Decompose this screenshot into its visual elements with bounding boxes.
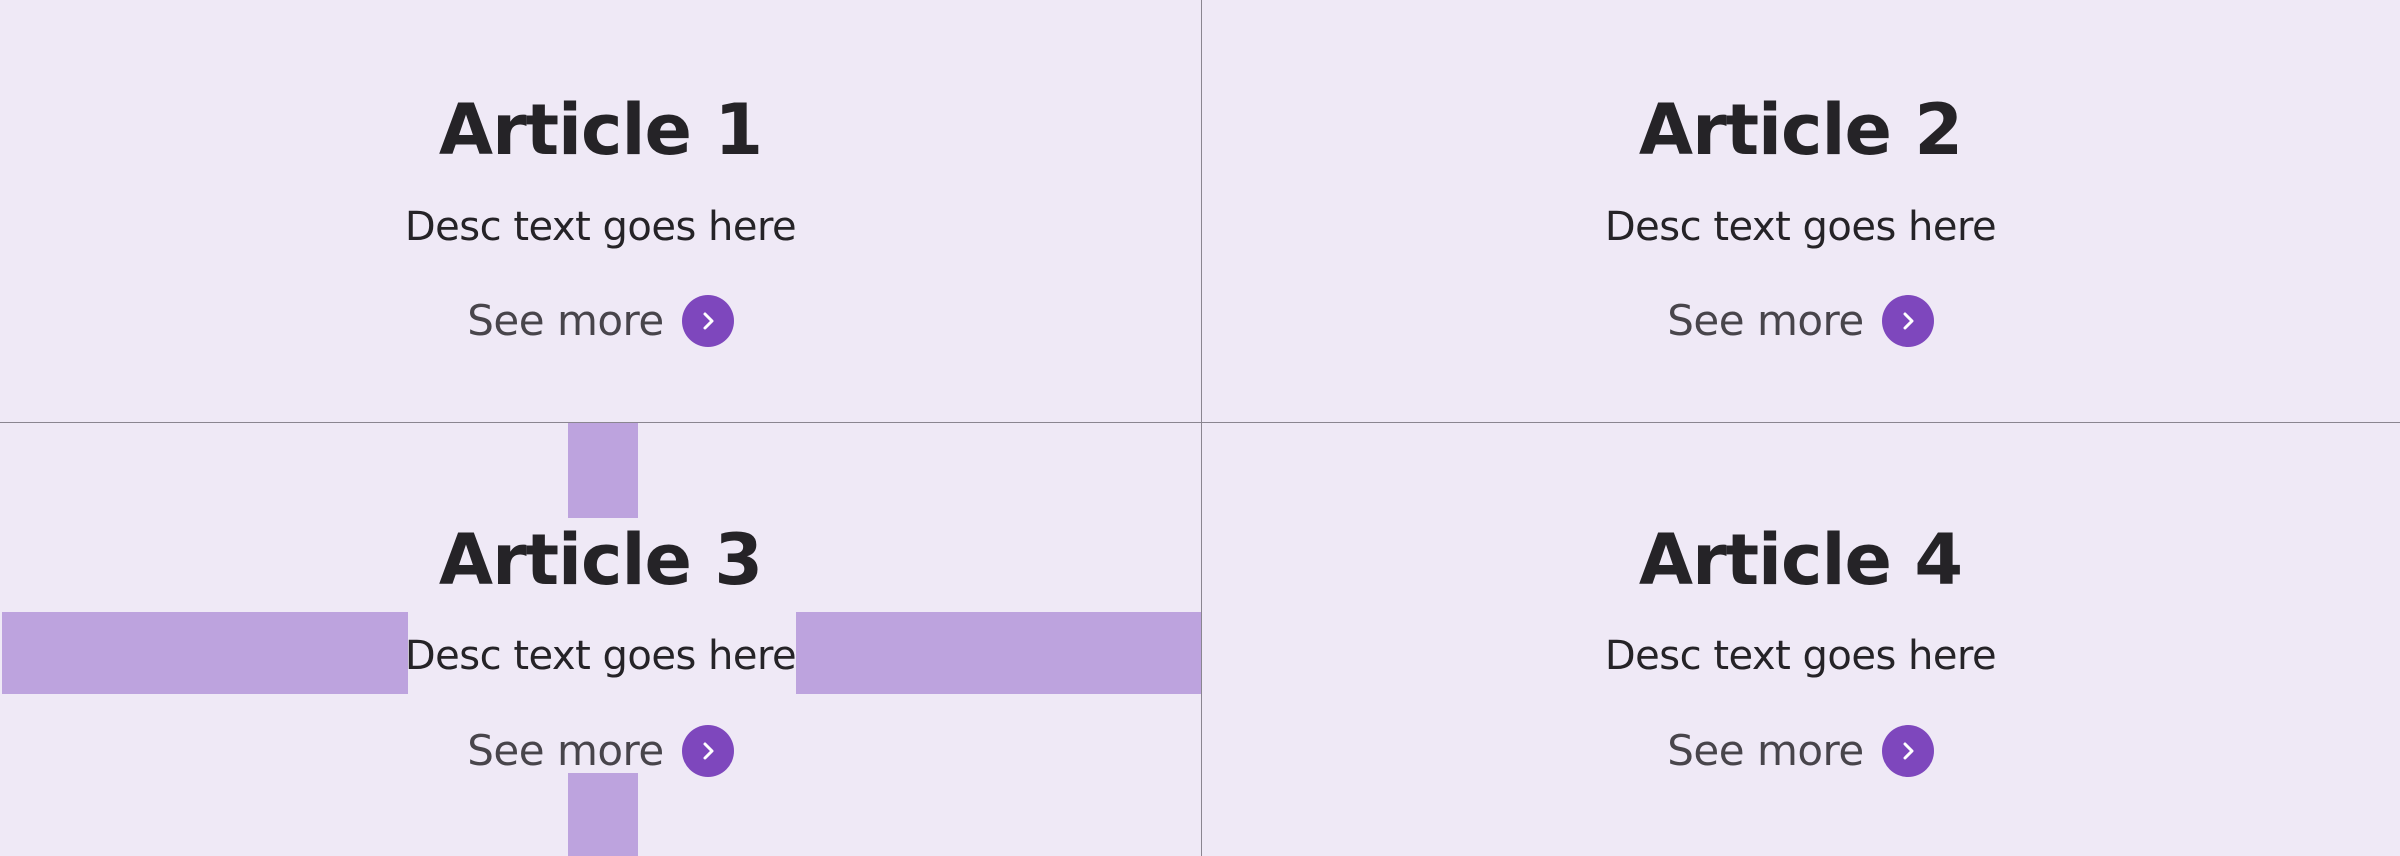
- article-card-2: Article 2 Desc text goes here See more: [1201, 0, 2400, 422]
- article-card-1: Article 1 Desc text goes here See more: [0, 0, 1201, 422]
- chevron-right-icon[interactable]: [681, 725, 734, 777]
- see-more-label[interactable]: See more: [1667, 300, 1864, 342]
- see-more-label[interactable]: See more: [467, 300, 664, 342]
- article-description: Desc text goes here: [404, 204, 797, 250]
- vertical-divider: [1201, 0, 1202, 856]
- see-more-link[interactable]: See more: [1201, 295, 2400, 347]
- spacing-overlay-bottom: [568, 773, 638, 856]
- chevron-right-icon[interactable]: [1881, 725, 1934, 777]
- see-more-label[interactable]: See more: [467, 730, 664, 772]
- article-card-3: Article 3 Desc text goes here See more: [0, 422, 1201, 856]
- see-more-link[interactable]: See more: [0, 725, 1201, 777]
- article-card-4: Article 4 Desc text goes here See more: [1201, 422, 2400, 856]
- see-more-link[interactable]: See more: [0, 295, 1201, 347]
- article-description: Desc text goes here: [1604, 633, 1997, 679]
- article-title: Article 4: [1638, 519, 1963, 601]
- spacing-overlay-top: [568, 422, 638, 518]
- article-title: Article 2: [1638, 89, 1963, 171]
- see-more-label[interactable]: See more: [1667, 730, 1864, 772]
- article-description: Desc text goes here: [404, 633, 797, 679]
- chevron-right-icon[interactable]: [681, 295, 734, 347]
- horizontal-divider: [0, 422, 2400, 423]
- chevron-right-icon[interactable]: [1881, 295, 1934, 347]
- article-title: Article 3: [438, 519, 763, 601]
- article-grid: Article 1 Desc text goes here See more A…: [0, 0, 2400, 856]
- see-more-link[interactable]: See more: [1201, 725, 2400, 777]
- article-description: Desc text goes here: [1604, 204, 1997, 250]
- article-title: Article 1: [438, 89, 763, 171]
